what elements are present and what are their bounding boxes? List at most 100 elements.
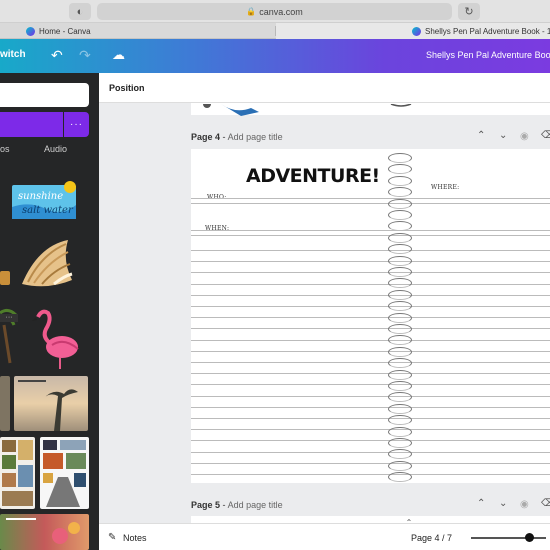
spiral-ring xyxy=(388,461,412,471)
search-input[interactable] xyxy=(0,83,89,107)
add-page-title-input[interactable]: Add page title xyxy=(228,500,283,510)
ruled-line xyxy=(191,351,550,352)
country-collage-template[interactable] xyxy=(0,437,35,509)
delete-page-icon[interactable]: ⌫ xyxy=(541,498,550,509)
hide-page-icon[interactable]: ◉ xyxy=(520,131,529,142)
spiral-ring xyxy=(388,381,412,391)
spiral-ring xyxy=(388,404,412,414)
more-options-button[interactable]: ··· xyxy=(64,112,89,137)
ruled-line xyxy=(191,384,550,385)
svg-text:sunshine: sunshine xyxy=(18,191,63,202)
ruled-line xyxy=(191,284,550,285)
spiral-ring xyxy=(388,233,412,243)
move-page-up-icon[interactable]: ⌃ xyxy=(477,130,485,141)
ruled-line xyxy=(191,429,550,430)
road-trip-collage-template[interactable] xyxy=(40,437,89,509)
spiral-ring xyxy=(388,347,412,357)
ruled-line xyxy=(191,272,550,273)
spiral-ring xyxy=(388,187,412,197)
sidebar-toggle-icon[interactable]: ◐ xyxy=(69,3,91,20)
tab-pen-pal-book[interactable]: Shellys Pen Pal Adventure Book - 11 × 8.… xyxy=(412,23,550,39)
floral-template-thumbnail[interactable] xyxy=(0,514,89,550)
switch-button[interactable]: witch xyxy=(0,49,26,60)
ruled-line xyxy=(191,306,550,307)
ruled-line xyxy=(191,317,550,318)
zoom-slider-knob[interactable] xyxy=(525,533,534,542)
notes-button[interactable]: Notes xyxy=(123,533,147,543)
spiral-ring xyxy=(388,244,412,254)
item-more-icon[interactable]: ··· xyxy=(0,314,18,322)
page-3-bottom[interactable] xyxy=(191,103,550,116)
add-page-title-input[interactable]: Add page title xyxy=(228,132,283,142)
position-button[interactable]: Position xyxy=(109,83,145,93)
ruled-line xyxy=(191,203,550,204)
sunshine-salt-water-sticker[interactable]: sunshine salt water xyxy=(10,177,80,223)
spiral-binding xyxy=(388,149,412,483)
tab-audio[interactable]: Audio xyxy=(44,144,67,154)
ruled-line xyxy=(191,407,550,408)
spiral-ring xyxy=(388,370,412,380)
reload-icon[interactable]: ↻ xyxy=(458,3,480,20)
canva-favicon-icon xyxy=(26,26,35,36)
cloud-sync-icon[interactable]: ☁ xyxy=(112,47,125,63)
redo-icon[interactable]: ↷ xyxy=(79,47,91,64)
spiral-ring xyxy=(388,210,412,220)
zoom-slider-track[interactable] xyxy=(471,537,546,539)
tab-videos[interactable]: os xyxy=(0,144,10,154)
where-label[interactable]: WHERE: xyxy=(431,184,460,191)
page-number-label: Page 5 xyxy=(191,500,221,510)
document-title[interactable]: Shellys Pen Pal Adventure Book xyxy=(426,50,550,60)
ruled-line xyxy=(191,198,550,199)
seashell-image[interactable] xyxy=(18,236,76,291)
tab-home-canva[interactable]: Home - Canva xyxy=(26,23,91,39)
tab-divider xyxy=(275,26,276,36)
ruled-line xyxy=(191,373,550,374)
hide-page-icon[interactable]: ◉ xyxy=(520,499,529,510)
ruled-line xyxy=(191,396,550,397)
spiral-ring xyxy=(388,324,412,334)
spiral-ring xyxy=(388,153,412,163)
notes-icon[interactable]: ✎ xyxy=(108,532,116,543)
browser-tab-strip: Home - Canva Shellys Pen Pal Adventure B… xyxy=(0,23,550,39)
spiral-ring xyxy=(388,335,412,345)
show-pages-chevron-icon[interactable]: ⌃ xyxy=(399,518,419,527)
move-page-down-icon[interactable]: ⌄ xyxy=(499,498,507,509)
editor-header: witch ↶ ↷ ☁ Shellys Pen Pal Adventure Bo… xyxy=(0,39,550,73)
ruled-line xyxy=(191,440,550,441)
svg-text:salt water: salt water xyxy=(22,205,74,216)
page-indicator[interactable]: Page 4 / 7 xyxy=(411,533,452,543)
ruled-line xyxy=(191,250,550,251)
page-4-canvas[interactable]: ADVENTURE! WHO: WHEN: WHERE: xyxy=(191,149,550,483)
delete-page-icon[interactable]: ⌫ xyxy=(541,130,550,141)
canva-editor-window: ◐ 🔒 canva.com ↻ Home - Canva Shellys Pen… xyxy=(0,0,550,550)
undo-icon[interactable]: ↶ xyxy=(51,47,63,64)
spiral-ring xyxy=(388,472,412,482)
ruled-line xyxy=(191,474,550,475)
move-page-down-icon[interactable]: ⌄ xyxy=(499,130,507,141)
ruled-line xyxy=(191,463,550,464)
ruled-line xyxy=(191,452,550,453)
page-number-label: Page 4 xyxy=(191,132,221,142)
flamingo-image[interactable] xyxy=(30,307,82,371)
partial-sticker-image[interactable] xyxy=(0,271,10,285)
editor-footer: ⌃ ✎ Notes Page 4 / 7 xyxy=(99,518,550,550)
move-page-up-icon[interactable]: ⌃ xyxy=(477,498,485,509)
spiral-ring xyxy=(388,176,412,186)
adventure-heading[interactable]: ADVENTURE! xyxy=(246,165,380,187)
ruled-line xyxy=(191,328,550,329)
spiral-ring xyxy=(388,358,412,368)
design-canvas: Page 4 - Add page title ⌃ ⌄ ◉ ⌫ ADVENTUR… xyxy=(99,103,550,523)
spiral-ring xyxy=(388,267,412,277)
sunset-template-thumbnail[interactable] xyxy=(14,376,88,431)
spiral-ring xyxy=(388,449,412,459)
spiral-ring xyxy=(388,392,412,402)
upload-media-button[interactable] xyxy=(0,112,63,137)
spiral-ring xyxy=(388,415,412,425)
context-toolbar: Position xyxy=(99,73,550,103)
tab-label: Home - Canva xyxy=(39,26,91,36)
page-5-top[interactable] xyxy=(191,516,550,523)
spiral-ring xyxy=(388,313,412,323)
ruled-line xyxy=(191,340,550,341)
partial-template-thumbnail[interactable] xyxy=(0,376,10,431)
address-bar[interactable]: 🔒 canva.com xyxy=(97,3,452,20)
